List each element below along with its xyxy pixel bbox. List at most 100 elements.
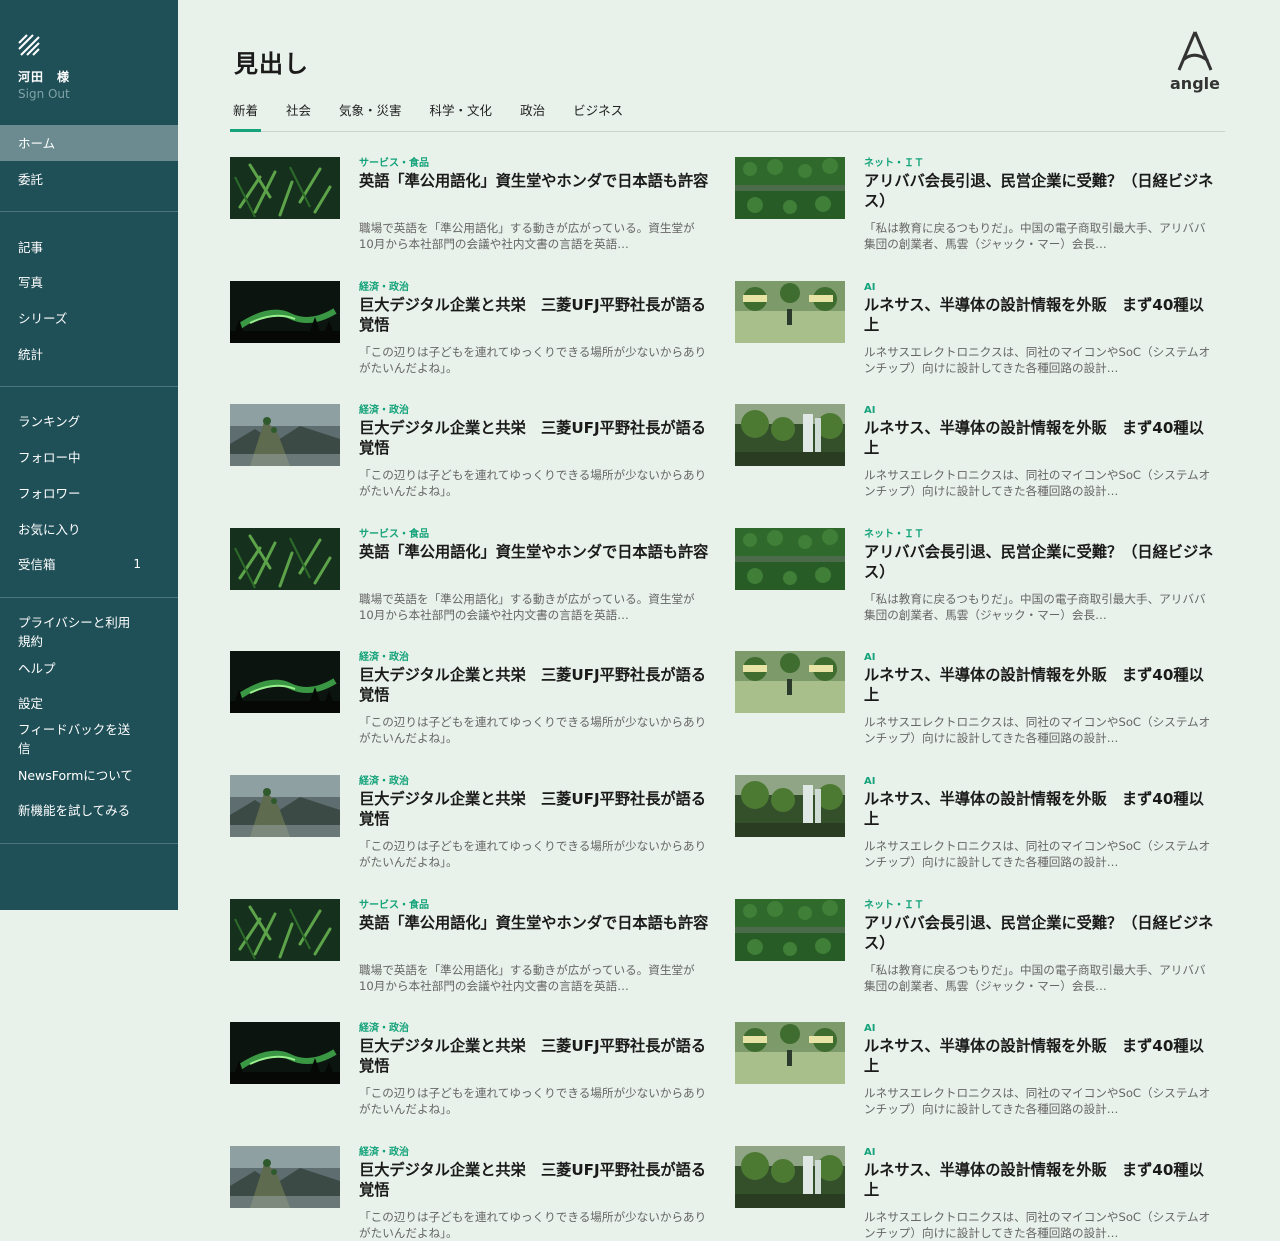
article-thumbnail[interactable] bbox=[230, 280, 340, 343]
article-card[interactable]: サービス・食品 英語「準公用語化」資生堂やホンダで日本語も許容 職場で英語を「準公用… bbox=[230, 157, 735, 281]
article-grid: サービス・食品 英語「準公用語化」資生堂やホンダで日本語も許容 職場で英語を「準公用… bbox=[230, 157, 1225, 1241]
article-category[interactable]: 経済・政治 bbox=[359, 1146, 709, 1160]
article-category[interactable]: ネット・ＩＴ bbox=[864, 528, 1214, 542]
article-headline[interactable]: 英語「準公用語化」資生堂やホンダで日本語も許容 bbox=[359, 913, 709, 957]
tab-society[interactable]: 社会 bbox=[283, 96, 314, 131]
article-category[interactable]: ネット・ＩＴ bbox=[864, 899, 1214, 913]
sidebar-item-label: 委託 bbox=[18, 172, 44, 188]
article-thumbnail[interactable] bbox=[230, 898, 340, 961]
article-headline[interactable]: ルネサス、半導体の設計情報を外販 まず40種以上 bbox=[864, 789, 1214, 833]
article-card[interactable]: 経済・政治 巨大デジタル企業と共栄 三菱UFJ平野社長が語る覚悟 「この辺りは子ども… bbox=[230, 404, 735, 528]
article-headline[interactable]: 英語「準公用語化」資生堂やホンダで日本語も許容 bbox=[359, 542, 709, 586]
article-thumbnail[interactable] bbox=[735, 651, 845, 714]
article-card[interactable]: 経済・政治 巨大デジタル企業と共栄 三菱UFJ平野社長が語る覚悟 「この辺りは子ども… bbox=[230, 1022, 735, 1146]
article-category[interactable]: 経済・政治 bbox=[359, 651, 709, 665]
article-thumbnail[interactable] bbox=[735, 527, 845, 590]
sidebar-item-delegate[interactable]: 委託 bbox=[0, 161, 178, 197]
article-category[interactable]: AI bbox=[864, 404, 1214, 418]
article-category[interactable]: ネット・ＩＴ bbox=[864, 157, 1214, 171]
article-headline[interactable]: 巨大デジタル企業と共栄 三菱UFJ平野社長が語る覚悟 bbox=[359, 1036, 709, 1080]
article-card[interactable]: 経済・政治 巨大デジタル企業と共栄 三菱UFJ平野社長が語る覚悟 「この辺りは子ども… bbox=[230, 280, 735, 405]
article-thumbnail[interactable] bbox=[230, 527, 340, 590]
article-card[interactable]: AI ルネサス、半導体の設計情報を外販 まず40種以上 ルネサスエレクトロニクスは、… bbox=[735, 404, 1225, 528]
article-card[interactable]: ネット・ＩＴ アリババ会長引退、民営企業に受難？（日経ビジネス） 「私は教育に戻るつ… bbox=[735, 157, 1225, 281]
sidebar-item-help[interactable]: ヘルプ bbox=[0, 649, 178, 685]
article-category[interactable]: サービス・食品 bbox=[359, 157, 709, 171]
sign-out-link[interactable]: Sign Out bbox=[18, 87, 160, 101]
sidebar-item-about-newsform[interactable]: NewsFormについて bbox=[0, 756, 178, 792]
sidebar-item-ranking[interactable]: ランキング bbox=[0, 403, 178, 439]
sidebar-item-stats[interactable]: 統計 bbox=[0, 335, 178, 371]
article-thumbnail[interactable] bbox=[735, 280, 845, 343]
sidebar-item-following[interactable]: フォロー中 bbox=[0, 439, 178, 475]
sidebar-item-privacy-terms[interactable]: プライバシーと利用規約 bbox=[0, 614, 178, 649]
article-card[interactable]: サービス・食品 英語「準公用語化」資生堂やホンダで日本語も許容 職場で英語を「準公用… bbox=[230, 898, 735, 1023]
article-card[interactable]: 経済・政治 巨大デジタル企業と共栄 三菱UFJ平野社長が語る覚悟 「この辺りは子ども… bbox=[230, 1145, 735, 1241]
article-headline[interactable]: 英語「準公用語化」資生堂やホンダで日本語も許容 bbox=[359, 171, 709, 215]
article-headline[interactable]: 巨大デジタル企業と共栄 三菱UFJ平野社長が語る覚悟 bbox=[359, 665, 709, 709]
sidebar-item-photos[interactable]: 写真 bbox=[0, 264, 178, 300]
article-category[interactable]: AI bbox=[864, 651, 1214, 665]
article-card[interactable]: 経済・政治 巨大デジタル企業と共栄 三菱UFJ平野社長が語る覚悟 「この辺りは子ども… bbox=[230, 774, 735, 899]
sidebar-item-articles[interactable]: 記事 bbox=[0, 228, 178, 264]
article-card[interactable]: ネット・ＩＴ アリババ会長引退、民営企業に受難？（日経ビジネス） 「私は教育に戻るつ… bbox=[735, 898, 1225, 1023]
sidebar-item-series[interactable]: シリーズ bbox=[0, 300, 178, 336]
sidebar-item-inbox[interactable]: 受信箱 1 bbox=[0, 546, 178, 582]
tab-weather-disaster[interactable]: 気象・災害 bbox=[336, 96, 405, 131]
article-thumbnail[interactable] bbox=[230, 651, 340, 714]
article-headline[interactable]: 巨大デジタル企業と共栄 三菱UFJ平野社長が語る覚悟 bbox=[359, 418, 709, 462]
article-card[interactable]: AI ルネサス、半導体の設計情報を外販 まず40種以上ルネサスエレクトロニクスは、… bbox=[735, 280, 1225, 405]
tab-new[interactable]: 新着 bbox=[230, 96, 262, 132]
article-headline[interactable]: ルネサス、半導体の設計情報を外販 まず40種以上 bbox=[864, 418, 1214, 462]
article-headline[interactable]: 巨大デジタル企業と共栄 三菱UFJ平野社長が語る覚悟 bbox=[359, 1160, 709, 1204]
article-category[interactable]: AI bbox=[864, 1022, 1214, 1036]
sidebar-item-settings[interactable]: 設定 bbox=[0, 685, 178, 721]
article-headline[interactable]: ルネサス、半導体の設計情報を外販 まず40種以上 bbox=[864, 295, 1214, 339]
article-card[interactable]: 経済・政治 巨大デジタル企業と共栄 三菱UFJ平野社長が語る覚悟 「この辺りは子ども… bbox=[230, 651, 735, 775]
article-card[interactable]: AI ルネサス、半導体の設計情報を外販 まず40種以上 ルネサスエレクトロニクスは、… bbox=[735, 1145, 1225, 1241]
article-card[interactable]: ネット・ＩＴ アリババ会長引退、民営企業に受難？（日経ビジネス） 「私は教育に戻るつ… bbox=[735, 527, 1225, 652]
article-headline[interactable]: ルネサス、半導体の設計情報を外販 まず40種以上 bbox=[864, 1160, 1214, 1204]
article-thumbnail[interactable] bbox=[735, 898, 845, 961]
article-card[interactable]: サービス・食品 英語「準公用語化」資生堂やホンダで日本語も許容 職場で英語を「準公用… bbox=[230, 527, 735, 652]
angle-logo[interactable]: angle bbox=[1167, 30, 1223, 93]
article-category[interactable]: 経済・政治 bbox=[359, 281, 709, 295]
article-headline[interactable]: ルネサス、半導体の設計情報を外販 まず40種以上 bbox=[864, 1036, 1214, 1080]
article-card[interactable]: AI ルネサス、半導体の設計情報を外販 まず40種以上 ルネサスエレクトロニクスは、… bbox=[735, 774, 1225, 899]
article-headline[interactable]: アリババ会長引退、民営企業に受難？（日経ビジネス） bbox=[864, 171, 1214, 215]
tab-politics[interactable]: 政治 bbox=[517, 96, 548, 131]
article-headline[interactable]: ルネサス、半導体の設計情報を外販 まず40種以上 bbox=[864, 665, 1214, 709]
article-thumbnail[interactable] bbox=[230, 404, 340, 467]
article-thumbnail[interactable] bbox=[230, 157, 340, 219]
article-summary: ルネサスエレクトロニクスは、同社のマイコンやSoC（システムオンチップ）向けに設… bbox=[864, 344, 1211, 375]
sidebar-item-send-feedback[interactable]: フィードバックを送信 bbox=[0, 721, 178, 756]
sidebar-item-home[interactable]: ホーム bbox=[0, 125, 178, 161]
article-category[interactable]: サービス・食品 bbox=[359, 528, 709, 542]
article-thumbnail[interactable] bbox=[735, 157, 845, 219]
article-category[interactable]: サービス・食品 bbox=[359, 899, 709, 913]
article-card[interactable]: AI ルネサス、半導体の設計情報を外販 まず40種以上 ルネサスエレクトロニクスは、… bbox=[735, 1022, 1225, 1146]
article-thumbnail[interactable] bbox=[735, 1022, 845, 1085]
article-headline[interactable]: 巨大デジタル企業と共栄 三菱UFJ平野社長が語る覚悟 bbox=[359, 295, 709, 339]
sidebar-item-try-new-features[interactable]: 新機能を試してみる bbox=[0, 792, 178, 828]
article-thumbnail[interactable] bbox=[230, 1145, 340, 1208]
article-card[interactable]: AI ルネサス、半導体の設計情報を外販 まず40種以上 ルネサスエレクトロニクスは、… bbox=[735, 651, 1225, 775]
article-headline[interactable]: アリババ会長引退、民営企業に受難？（日経ビジネス） bbox=[864, 542, 1214, 586]
sidebar-item-followers[interactable]: フォロワー bbox=[0, 475, 178, 511]
article-headline[interactable]: アリババ会長引退、民営企業に受難？（日経ビジネス） bbox=[864, 913, 1214, 957]
article-thumbnail[interactable] bbox=[230, 774, 340, 837]
article-thumbnail[interactable] bbox=[735, 1145, 845, 1208]
article-category[interactable]: AI bbox=[864, 775, 1214, 789]
article-thumbnail[interactable] bbox=[735, 404, 845, 467]
article-category[interactable]: 経済・政治 bbox=[359, 404, 709, 418]
article-category[interactable]: 経済・政治 bbox=[359, 1022, 709, 1036]
article-category[interactable]: AI bbox=[864, 1146, 1214, 1160]
article-thumbnail[interactable] bbox=[735, 774, 845, 837]
sidebar-item-favorites[interactable]: お気に入り bbox=[0, 510, 178, 546]
tab-business[interactable]: ビジネス bbox=[570, 96, 626, 131]
article-headline[interactable]: 巨大デジタル企業と共栄 三菱UFJ平野社長が語る覚悟 bbox=[359, 789, 709, 833]
tab-science-culture[interactable]: 科学・文化 bbox=[427, 96, 496, 131]
article-category[interactable]: AI bbox=[864, 281, 1214, 295]
article-thumbnail[interactable] bbox=[230, 1022, 340, 1085]
article-category[interactable]: 経済・政治 bbox=[359, 775, 709, 789]
